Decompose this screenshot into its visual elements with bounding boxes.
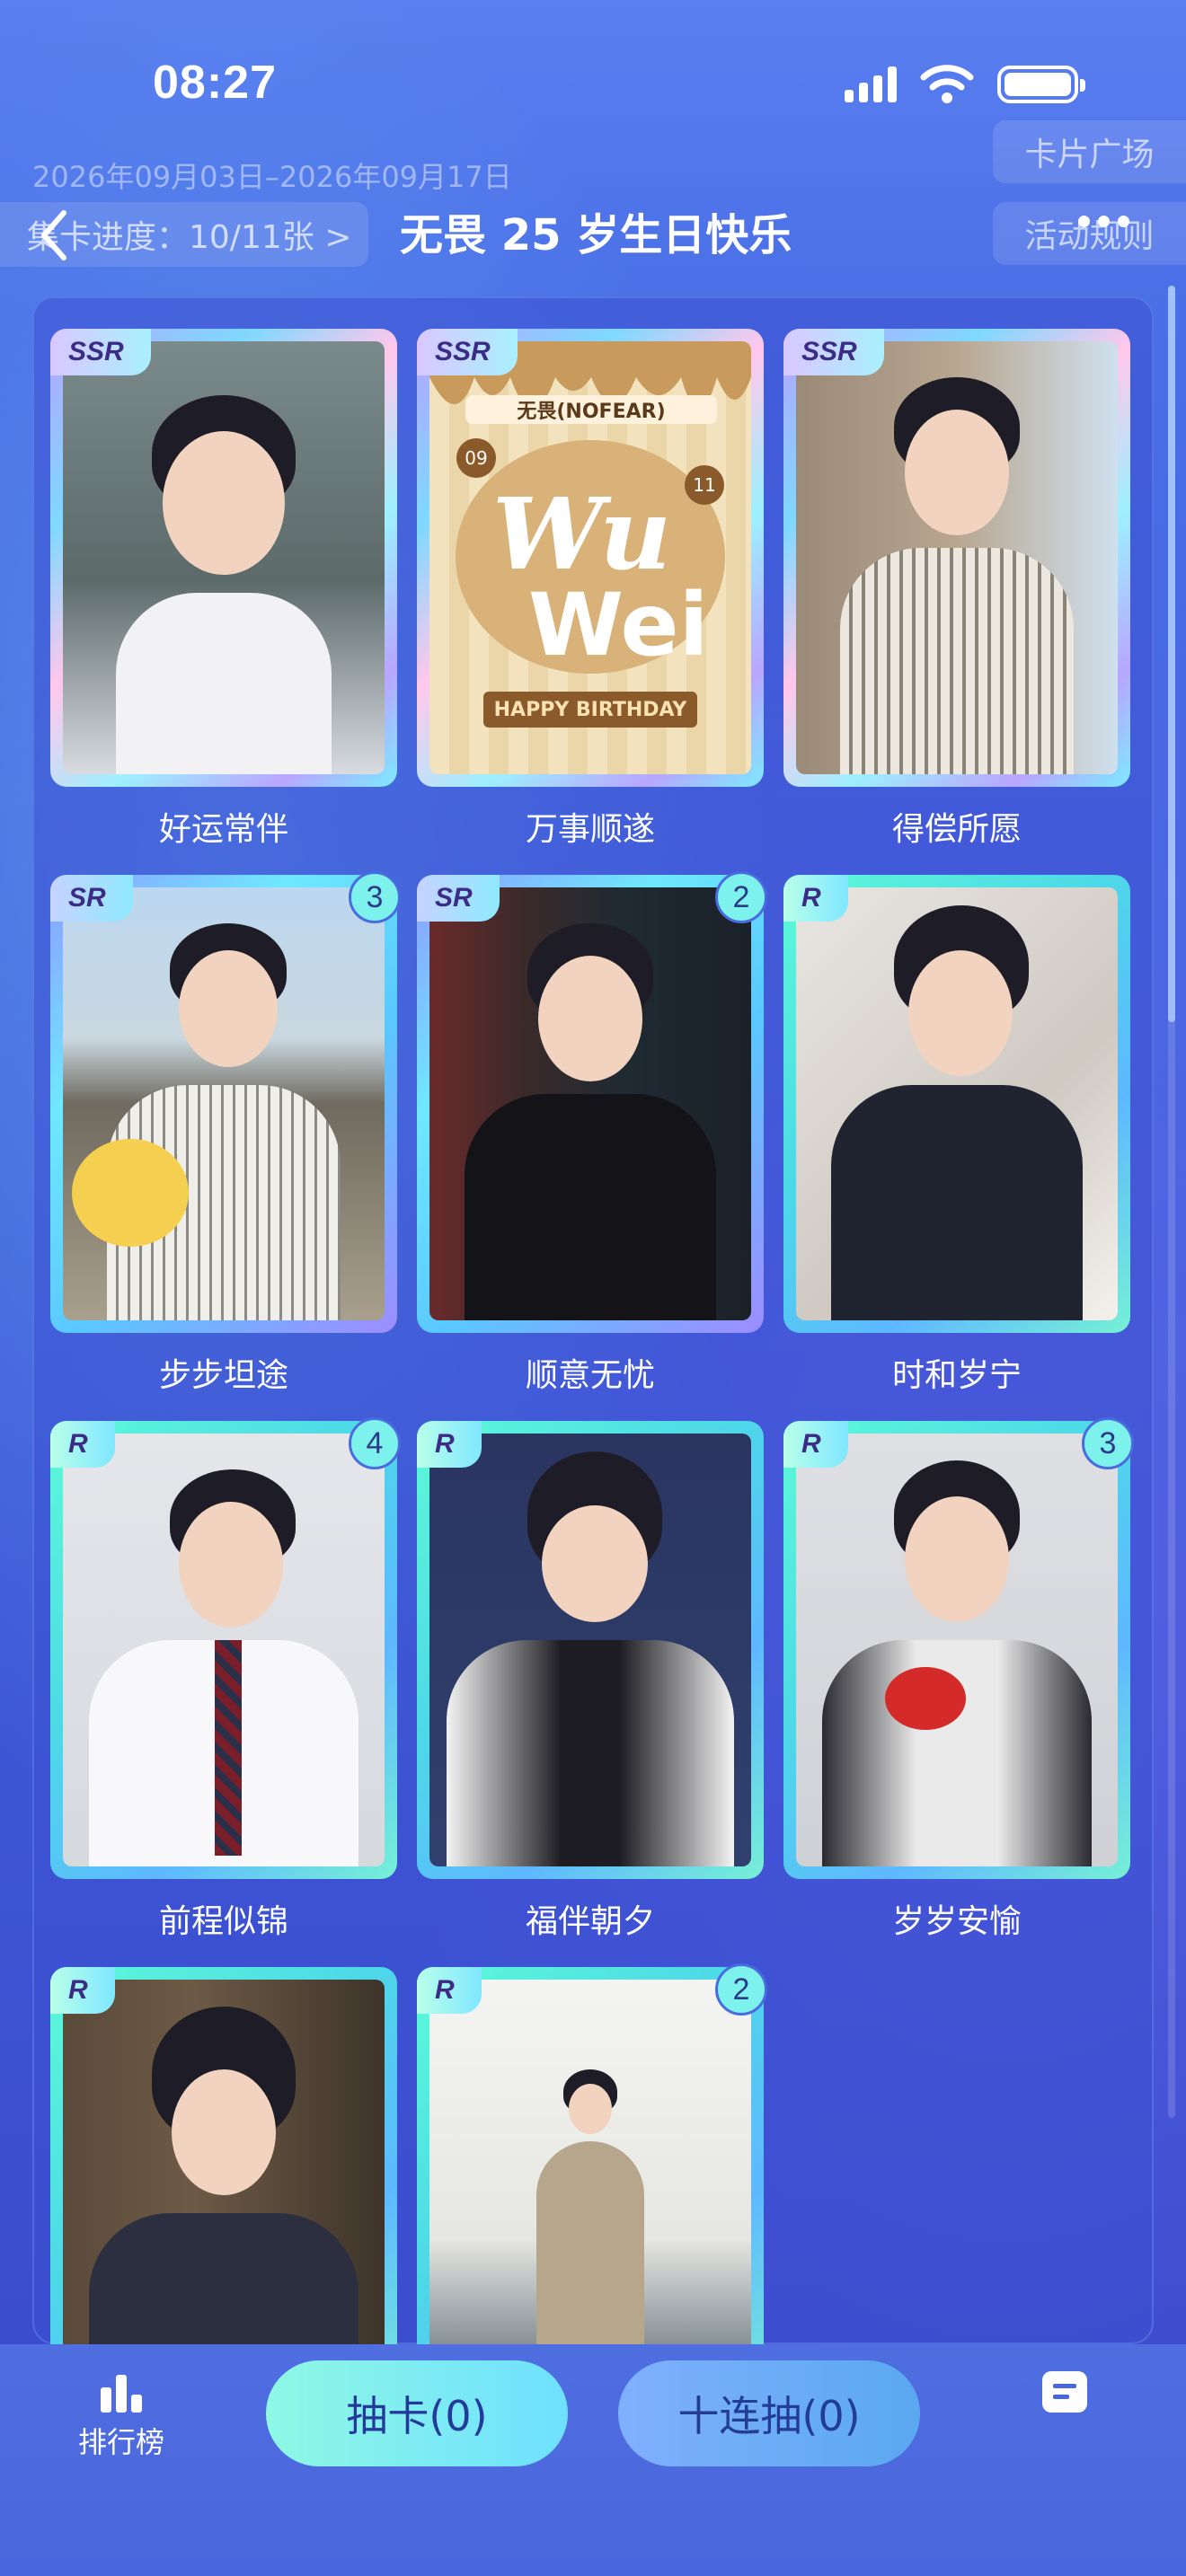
more-dots-icon[interactable] [1078, 216, 1129, 227]
signal-icon [845, 66, 897, 102]
special-banner: HAPPY BIRTHDAY [493, 699, 687, 721]
rarity-badge: R [50, 1421, 115, 1468]
card-name: 步步坦途 [158, 1357, 288, 1394]
card-plaza-button[interactable]: 卡片广场 [993, 120, 1186, 183]
card-name: 万事顺遂 [525, 811, 655, 848]
card-photo [63, 887, 385, 1320]
card-count-badge: 3 [1082, 1417, 1134, 1469]
card-haoyunchangban[interactable]: SSR [50, 329, 397, 787]
rarity-badge: SSR [783, 329, 884, 375]
card-bubutantu[interactable]: SR 3 [50, 871, 401, 1333]
rarity-badge: R [417, 1421, 482, 1468]
card-photo [63, 1434, 385, 1866]
card-name: 好运常伴 [158, 811, 288, 848]
ranking-label: 排行榜 [77, 2425, 164, 2459]
card-suisuianyu[interactable]: R 3 [783, 1417, 1134, 1879]
card-wanshishunsui[interactable]: SSR 无畏(NOFEAR) 09 11 Wu Wei HAPPY BIRTHD… [417, 329, 764, 787]
card-name: 福伴朝夕 [525, 1903, 655, 1940]
card-count-badge: 4 [349, 1417, 401, 1469]
card-photo [796, 887, 1118, 1320]
battery-icon [997, 66, 1085, 103]
card-dechangsuoyuan[interactable]: SSR [783, 329, 1130, 787]
card-count-badge: 3 [349, 871, 401, 923]
rarity-badge: R [783, 875, 848, 922]
card-name: 时和岁宁 [891, 1357, 1022, 1394]
ten-draw-button[interactable]: 十连抽(0) [618, 2360, 920, 2466]
special-word2: Wei [528, 575, 709, 675]
page-title: 无畏 25 岁生日快乐 [400, 210, 792, 260]
card-photo [796, 341, 1118, 774]
card-name: 前程似锦 [158, 1903, 288, 1940]
draw-card-button[interactable]: 抽卡(0) [266, 2360, 568, 2466]
scrollbar[interactable] [1168, 286, 1175, 2118]
back-arrow-icon [41, 210, 66, 260]
back-button[interactable] [27, 199, 81, 271]
card-shiheusuining[interactable]: R [783, 875, 1130, 1333]
card-name: 得偿所愿 [891, 811, 1022, 848]
special-top-text: 无畏(NOFEAR) [465, 395, 717, 424]
rarity-badge: R [417, 1967, 482, 2014]
special-num-right: 11 [693, 474, 716, 496]
bottom-bar [0, 2344, 1186, 2576]
note-icon[interactable] [1042, 2371, 1087, 2413]
card-name: 岁岁安愉 [891, 1903, 1022, 1940]
ranking-button[interactable]: 排行榜 [72, 2371, 171, 2461]
card-photo [63, 341, 385, 774]
scrollbar-thumb[interactable] [1168, 286, 1175, 1022]
wifi-icon [920, 65, 974, 103]
rarity-badge: SSR [50, 329, 151, 375]
card-count-badge: 2 [715, 1963, 767, 2016]
rarity-badge: SR [417, 875, 500, 922]
activity-rules-button[interactable]: 活动规则 [993, 202, 1186, 265]
ranking-icon [72, 2371, 171, 2413]
rarity-badge: R [50, 1967, 115, 2014]
card-photo [429, 1434, 751, 1866]
card-photo: 无畏(NOFEAR) 09 11 Wu Wei HAPPY BIRTHDAY [429, 341, 751, 774]
rarity-badge: R [783, 1421, 848, 1468]
date-range: 2026年09月03日–2026年09月17日 [32, 160, 512, 194]
card-shunyiwuyou[interactable]: SR 2 [417, 871, 767, 1333]
card-qianchengsijin[interactable]: R 4 [50, 1417, 401, 1879]
status-time: 08:27 [153, 57, 277, 109]
card-name: 顺意无忧 [525, 1357, 655, 1394]
rarity-badge: SR [50, 875, 133, 922]
status-icons [845, 65, 1085, 104]
special-num-left: 09 [465, 447, 488, 469]
card-fubanzhaoxi[interactable]: R [417, 1421, 764, 1879]
card-photo [429, 887, 751, 1320]
rarity-badge: SSR [417, 329, 518, 375]
card-count-badge: 2 [715, 871, 767, 923]
card-photo [796, 1434, 1118, 1866]
